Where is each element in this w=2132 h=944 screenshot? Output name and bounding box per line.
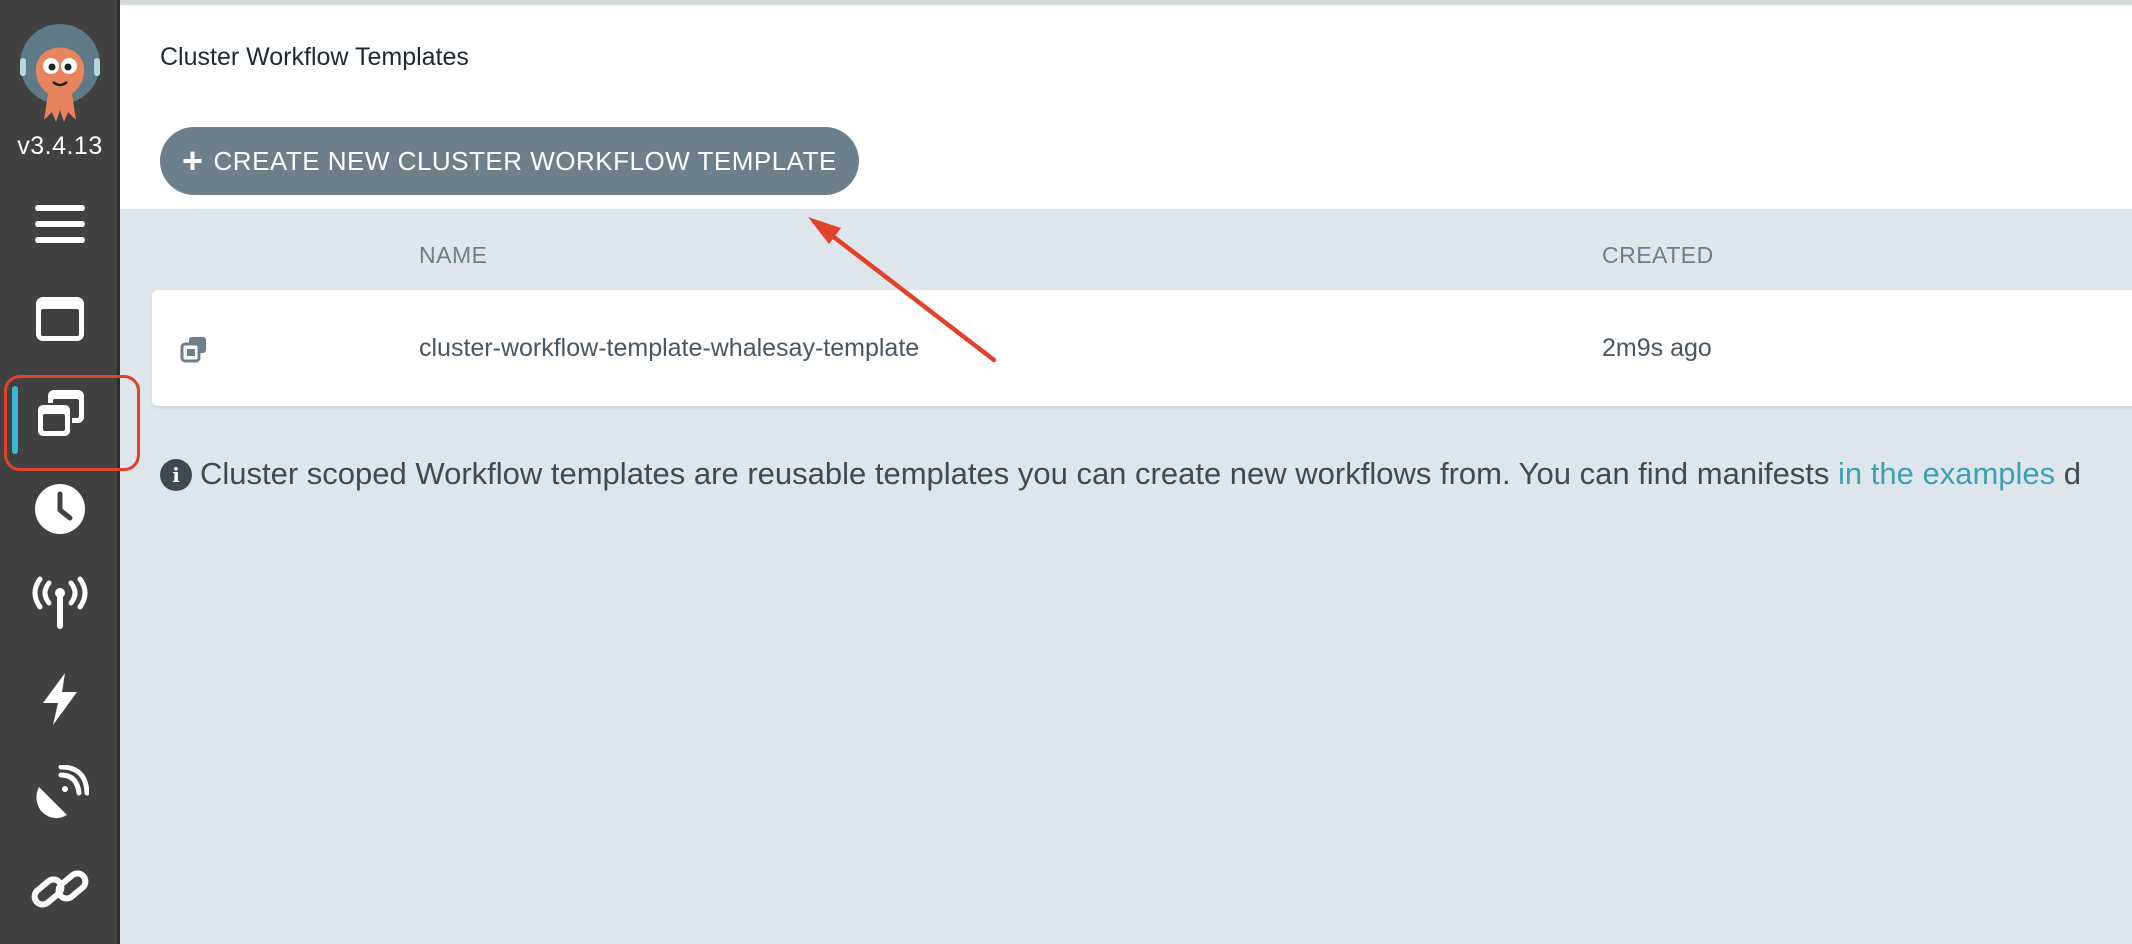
annotation-highlight-box: [4, 375, 140, 471]
info-trailing-text: d: [2055, 456, 2082, 491]
info-message: i Cluster scoped Workflow templates are r…: [160, 456, 2132, 492]
create-cluster-workflow-template-button[interactable]: + CREATE NEW CLUSTER WORKFLOW TEMPLATE: [160, 127, 859, 195]
link-icon: [31, 870, 89, 908]
satellite-dish-icon: [36, 765, 89, 819]
examples-link[interactable]: in the examples: [1838, 456, 2055, 491]
column-header-name[interactable]: NAME: [419, 242, 487, 269]
plus-icon: +: [182, 140, 204, 181]
page-title: Cluster Workflow Templates: [160, 43, 469, 71]
table-row[interactable]: cluster-workflow-template-whalesay-templ…: [152, 290, 2132, 406]
create-button-label: CREATE NEW CLUSTER WORKFLOW TEMPLATE: [213, 145, 837, 176]
template-name[interactable]: cluster-workflow-template-whalesay-templ…: [419, 334, 919, 363]
info-text: Cluster scoped Workflow templates are re…: [200, 456, 1839, 491]
menu-icon: [35, 205, 85, 243]
page-header: Cluster Workflow Templates: [120, 5, 2132, 108]
info-icon: i: [160, 459, 192, 491]
toolbar: + CREATE NEW CLUSTER WORKFLOW TEMPLATE: [120, 107, 2132, 209]
workflow-template-icon: [180, 337, 206, 363]
workflows-icon: [36, 297, 84, 341]
sidebar-item-links[interactable]: [0, 851, 120, 927]
version-label: v3.4.13: [17, 132, 103, 160]
event-sources-icon: [32, 576, 88, 629]
sidebar-item-workflows[interactable]: [0, 281, 120, 357]
clock-icon: [35, 484, 85, 534]
sidebar-item-cron-workflows[interactable]: [0, 471, 120, 547]
sensors-icon: [43, 673, 77, 725]
sidebar-item-event-sources[interactable]: [0, 566, 120, 642]
sidebar-item-event-flow[interactable]: [0, 756, 120, 832]
template-created: 2m9s ago: [1602, 334, 1712, 362]
sidebar-item-menu[interactable]: [0, 186, 120, 262]
argo-logo[interactable]: [18, 22, 102, 126]
sidebar-item-sensors[interactable]: [0, 661, 120, 737]
sidebar: v3.4.13: [0, 0, 140, 944]
column-header-created[interactable]: CREATED: [1602, 242, 1714, 269]
